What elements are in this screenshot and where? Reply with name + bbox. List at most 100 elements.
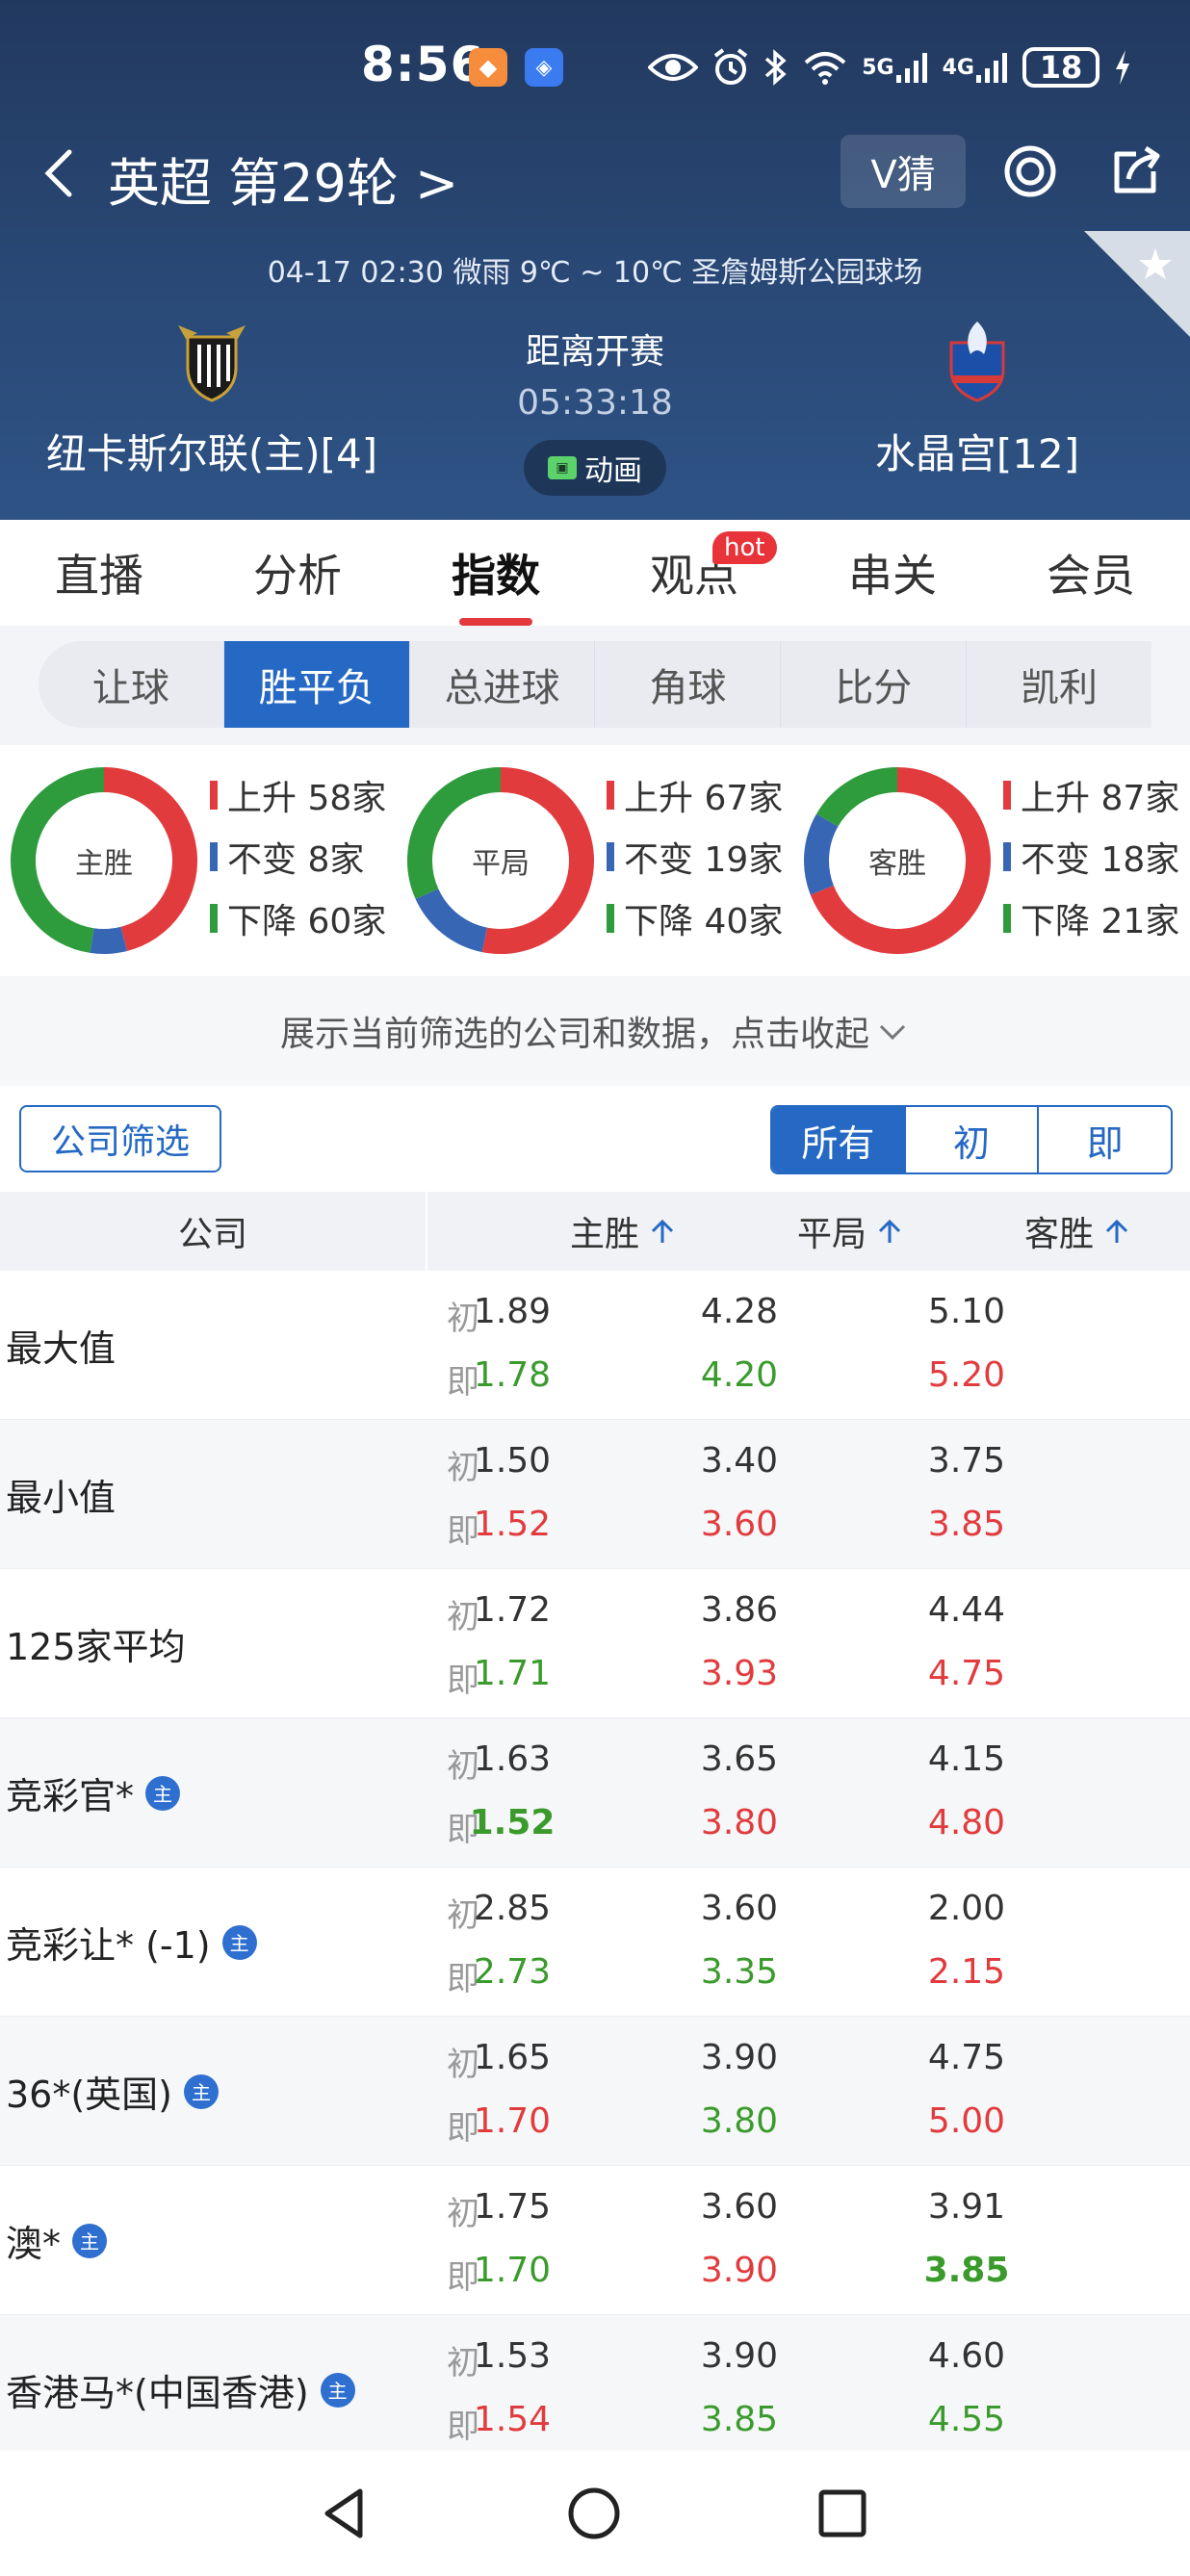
home-team-name: 纽卡斯尔联(主)[4] — [45, 430, 378, 477]
live-odds: 3.80 — [700, 2101, 779, 2141]
share-icon[interactable] — [1107, 142, 1165, 200]
vguess-button[interactable]: V猜 — [841, 135, 966, 208]
subtab-kelly[interactable]: 凯利 — [967, 641, 1151, 728]
live-odds: 2.15 — [927, 1952, 1006, 1992]
stat-same: 不变 18家 — [1003, 826, 1179, 888]
system-nav-bar — [0, 2451, 1190, 2576]
segment-live[interactable]: 即 — [1039, 1107, 1171, 1172]
tab-membership[interactable]: 会员 — [992, 520, 1190, 626]
company-name: 36*(英国) 主 — [6, 2017, 220, 2166]
tab-opinions[interactable]: 观点 hot — [595, 520, 793, 626]
nav-back-icon[interactable] — [314, 2482, 377, 2545]
kickoff-countdown: 距离开赛 05:33:18 ▣ 动画 — [451, 323, 739, 496]
target-icon[interactable] — [1001, 142, 1059, 200]
company-name: 竞彩官* 主 — [6, 1718, 181, 1868]
league-round-title[interactable]: 英超 第29轮 > — [108, 141, 458, 217]
initial-odds: 3.75 — [927, 1441, 1006, 1481]
live-odds: 1.70 — [473, 2101, 552, 2141]
live-odds: 1.52 — [469, 1803, 556, 1842]
table-row[interactable]: 最大值初即 1.89 1.78 4.28 4.20 5.10 5.20 — [0, 1271, 1190, 1420]
live-odds: 1.78 — [473, 1355, 552, 1395]
live-odds: 1.52 — [473, 1505, 552, 1544]
tab-parlay[interactable]: 串关 — [793, 520, 992, 626]
tab-odds[interactable]: 指数 — [397, 520, 595, 626]
main-company-badge: 主 — [72, 2223, 108, 2258]
live-odds: 3.85 — [923, 2251, 1010, 2290]
wifi-icon — [802, 49, 848, 86]
status-time: 8:56 — [361, 37, 485, 92]
company-name: 最小值 — [6, 1477, 116, 1519]
alarm-icon — [711, 48, 750, 87]
away-team-logo — [949, 322, 1005, 402]
table-row[interactable]: 香港马*(中国香港) 主初即 1.53 1.54 3.90 3.85 4.60 4.55 — [0, 2315, 1190, 2464]
table-row[interactable]: 36*(英国) 主初即 1.65 1.70 3.90 3.80 4.75 5.00 — [0, 2017, 1190, 2166]
collapse-toggle[interactable]: 展示当前筛选的公司和数据，点击收起 — [0, 976, 1190, 1086]
away-team[interactable]: 水晶宫[12] — [785, 318, 1170, 480]
stat-up: 上升 67家 — [607, 764, 783, 826]
initial-odds: 4.60 — [927, 2336, 1006, 2376]
table-row[interactable]: 澳* 主初即 1.75 1.70 3.60 3.90 3.91 3.85 — [0, 2166, 1190, 2315]
table-row[interactable]: 最小值初即 1.50 1.52 3.40 3.60 3.75 3.85 — [0, 1420, 1190, 1569]
stat-draw: 平局 上升 67家 不变 19家 下降 40家 — [404, 764, 801, 957]
eye-icon — [648, 50, 699, 85]
subtab-total-goals[interactable]: 总进球 — [410, 641, 596, 728]
battery-icon: 18 — [1022, 47, 1099, 88]
initial-odds: 1.72 — [473, 1590, 552, 1630]
col-away-win[interactable]: 客胜 — [963, 1192, 1190, 1271]
stat-down: 下降 60家 — [210, 888, 386, 949]
sort-arrow-icon — [651, 1219, 674, 1243]
subtab-win-draw-loss[interactable]: 胜平负 — [223, 641, 410, 728]
stat-down: 下降 21家 — [1003, 888, 1179, 949]
live-odds: 5.20 — [927, 1355, 1006, 1395]
live-odds: 2.73 — [473, 1952, 552, 1992]
donut-label: 平局 — [472, 847, 530, 881]
sort-arrow-icon — [1105, 1219, 1128, 1243]
odds-change-stats: 主胜 上升 58家 不变 8家 下降 60家 平局 上升 67家 不变 19家 … — [0, 745, 1190, 976]
live-odds: 3.80 — [700, 1803, 779, 1842]
subtab-corners[interactable]: 角球 — [595, 641, 782, 728]
initial-odds: 1.65 — [473, 2038, 552, 2077]
notification-app-icon-2: ◈ — [525, 48, 563, 87]
subtab-score[interactable]: 比分 — [781, 641, 968, 728]
initial-odds: 3.86 — [700, 1590, 779, 1630]
odds-time-segment: 所有 初 即 — [770, 1105, 1173, 1174]
nav-recent-apps-icon[interactable] — [811, 2482, 874, 2545]
main-company-badge: 主 — [145, 1775, 181, 1811]
live-odds: 3.85 — [700, 2400, 779, 2439]
home-team[interactable]: 纽卡斯尔联(主)[4] — [19, 318, 404, 480]
filter-row: 公司筛选 所有 初 即 — [0, 1086, 1190, 1192]
home-team-logo — [178, 325, 246, 402]
animation-button[interactable]: ▣ 动画 — [524, 440, 666, 496]
company-name: 125家平均 — [6, 1626, 186, 1668]
table-row[interactable]: 125家平均初即 1.72 1.71 3.86 3.93 4.44 4.75 — [0, 1569, 1190, 1718]
animation-label: 动画 — [584, 454, 642, 488]
pitch-icon: ▣ — [548, 456, 577, 479]
donut-label: 主胜 — [75, 847, 133, 881]
tab-live[interactable]: 直播 — [0, 520, 198, 626]
nav-home-icon[interactable] — [562, 2482, 626, 2545]
table-row[interactable]: 竞彩让* (-1) 主初即 2.85 2.73 3.60 3.35 2.00 2.15 — [0, 1868, 1190, 2017]
stat-same: 不变 8家 — [210, 826, 386, 888]
stat-up: 上升 87家 — [1003, 764, 1179, 826]
initial-odds: 1.50 — [473, 1441, 552, 1481]
chevron-down-icon — [879, 1024, 906, 1041]
col-company: 公司 — [0, 1192, 427, 1271]
initial-odds: 1.63 — [473, 1739, 552, 1779]
hot-badge: hot — [712, 531, 777, 564]
live-odds: 3.85 — [927, 1505, 1006, 1544]
company-name: 澳* 主 — [6, 2166, 108, 2315]
initial-odds: 1.89 — [473, 1292, 552, 1331]
col-home-win[interactable]: 主胜 — [508, 1192, 739, 1271]
subtab-handicap[interactable]: 让球 — [39, 641, 224, 728]
live-odds: 4.55 — [927, 2400, 1006, 2439]
tab-analysis[interactable]: 分析 — [198, 520, 397, 626]
table-row[interactable]: 竞彩官* 主初即 1.63 1.52 3.65 3.80 4.15 4.80 — [0, 1718, 1190, 1868]
odds-table-header: 公司 主胜 平局 客胜 — [0, 1192, 1190, 1271]
signal-5g-icon: 5G — [862, 50, 928, 85]
initial-odds: 3.60 — [700, 2187, 779, 2227]
company-filter-button[interactable]: 公司筛选 — [19, 1105, 221, 1172]
segment-initial[interactable]: 初 — [906, 1107, 1040, 1172]
segment-all[interactable]: 所有 — [772, 1107, 906, 1172]
col-draw[interactable]: 平局 — [736, 1192, 967, 1271]
back-icon[interactable] — [33, 144, 91, 202]
